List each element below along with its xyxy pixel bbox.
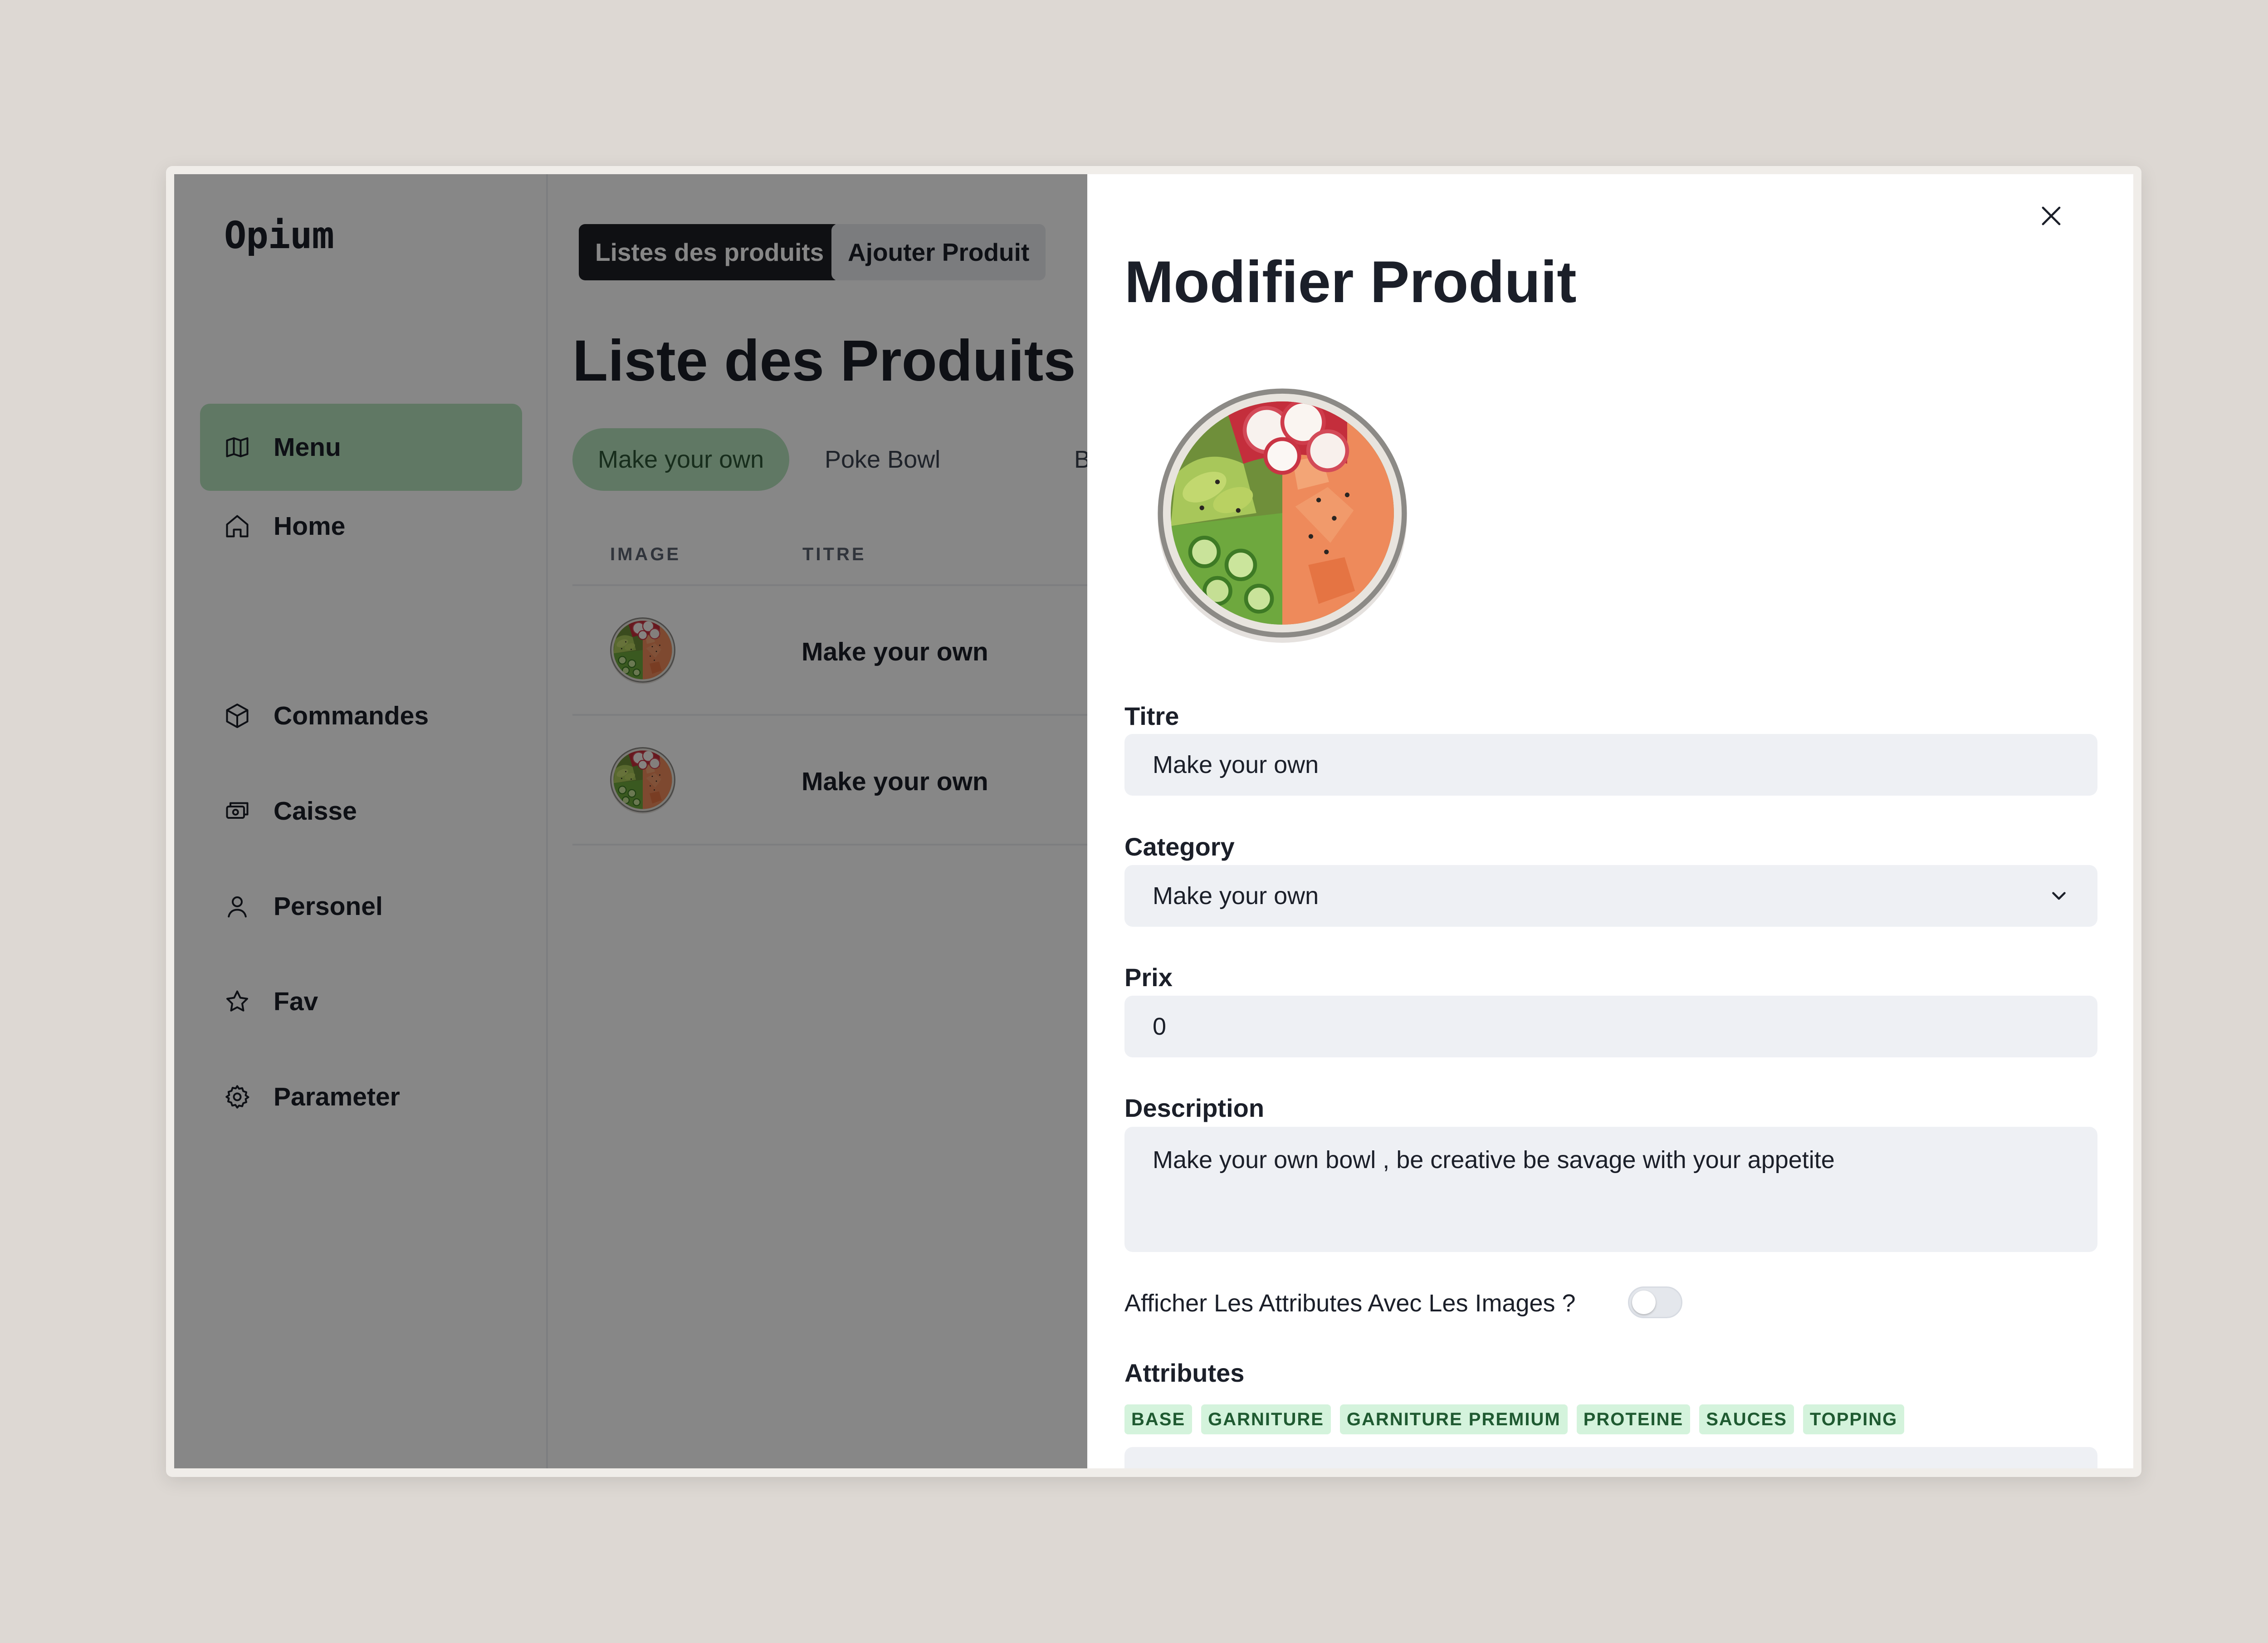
category-label: Category	[1124, 832, 1235, 861]
category-value: Make your own	[1153, 882, 1319, 910]
edit-product-drawer: Modifier Produit Titre Make your own Cat…	[1087, 174, 2133, 1468]
titre-input[interactable]: Make your own	[1124, 734, 2097, 796]
titre-value: Make your own	[1153, 751, 1319, 778]
attribute-tag[interactable]: PROTEINE	[1576, 1404, 1691, 1434]
attribute-tag[interactable]: GARNITURE	[1201, 1404, 1331, 1434]
chevron-down-icon	[2052, 892, 2066, 900]
attribute-tag[interactable]: GARNITURE PREMIUM	[1339, 1404, 1568, 1434]
description-value: Make your own bowl , be creative be sava…	[1153, 1146, 1835, 1174]
description-label: Description	[1124, 1094, 1265, 1122]
close-icon	[2042, 206, 2061, 225]
attribute-tags: BASE GARNITURE GARNITURE PREMIUM PROTEIN…	[1124, 1404, 1905, 1434]
attributes-select[interactable]	[1124, 1447, 2097, 1468]
prix-input[interactable]: 0	[1124, 996, 2097, 1057]
prix-value: 0	[1153, 1013, 1167, 1040]
close-button[interactable]	[2033, 198, 2069, 234]
product-image[interactable]	[1153, 383, 1412, 643]
app-window: Opium Home Menu Commandes Caisse Persone…	[174, 174, 2133, 1468]
show-attributes-images-toggle[interactable]	[1628, 1286, 1682, 1318]
attributes-label: Attributes	[1124, 1359, 1245, 1387]
attribute-tag[interactable]: BASE	[1124, 1404, 1193, 1434]
show-attributes-images-label: Afficher Les Attributes Avec Les Images …	[1124, 1290, 1576, 1317]
category-select[interactable]: Make your own	[1124, 865, 2097, 927]
prix-label: Prix	[1124, 963, 1173, 992]
attribute-tag[interactable]: TOPPING	[1803, 1404, 1905, 1434]
toggle-knob	[1632, 1291, 1656, 1314]
description-textarea[interactable]: Make your own bowl , be creative be sava…	[1124, 1127, 2097, 1252]
drawer-title: Modifier Produit	[1124, 249, 1577, 315]
attribute-tag[interactable]: SAUCES	[1699, 1404, 1794, 1434]
titre-label: Titre	[1124, 702, 1179, 730]
